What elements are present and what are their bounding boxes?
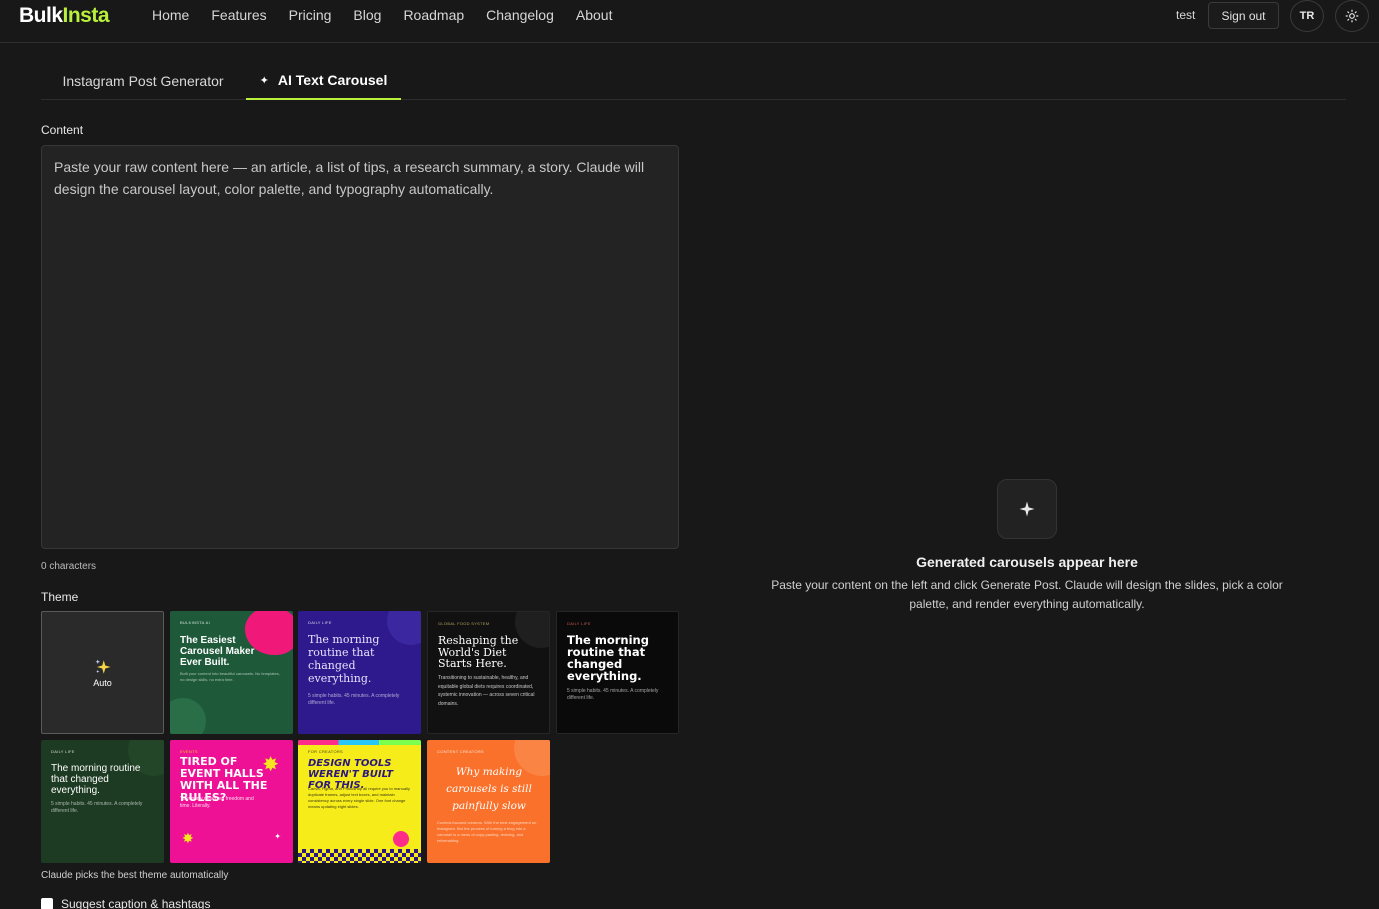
theme-card-green[interactable]: BULKINSTA AI The Easiest Carousel Maker …: [170, 611, 293, 734]
card-desc: Canva, Figma, and Photoshop all require …: [308, 786, 410, 809]
card-title: The morning routine that changed everyth…: [567, 633, 649, 683]
theme-card-yellow[interactable]: FOR CREATORS DESIGN TOOLS WEREN'T BUILT …: [298, 740, 421, 863]
theme-card-auto[interactable]: Auto: [41, 611, 164, 734]
card-desc: Built your content into beautiful carous…: [180, 671, 280, 682]
sparkle-icon: ✦: [274, 832, 281, 841]
card-desc: 5 simple habits. 45 minutes. A completel…: [51, 801, 143, 814]
sparkle-icon: ✦: [259, 74, 269, 87]
main-nav: Home Features Pricing Blog Roadmap Chang…: [152, 7, 634, 23]
suggest-caption-option[interactable]: Suggest caption & hashtags: [41, 897, 210, 909]
theme-label: Theme: [41, 590, 79, 604]
nav-roadmap[interactable]: Roadmap: [403, 7, 464, 23]
tab-ai-text-carousel[interactable]: ✦ AI Text Carousel: [246, 62, 401, 100]
theme-card-pink[interactable]: ✸ ✸ ✦ EVENTS TIRED OF EVENT HALLS WITH A…: [170, 740, 293, 863]
language-avatar-button[interactable]: TR: [1290, 0, 1324, 32]
generator-tabs: Instagram Post Generator ✦ AI Text Carou…: [41, 62, 1346, 100]
sparkles-icon: [95, 659, 110, 674]
theme-helper-text: Claude picks the best theme automaticall…: [41, 870, 229, 881]
theme-card-dark-green[interactable]: DAILY LIFE The morning routine that chan…: [41, 740, 164, 863]
card-desc: Content-focused creators. With the best …: [437, 820, 537, 843]
card-kicker: DAILY LIFE: [308, 620, 332, 625]
top-header: BulkInsta Home Features Pricing Blog Roa…: [0, 0, 1379, 43]
nav-blog[interactable]: Blog: [353, 7, 381, 23]
tab-instagram-post-generator[interactable]: Instagram Post Generator: [41, 62, 245, 100]
theme-auto-label: Auto: [93, 677, 112, 688]
card-desc: 5 simple habits. 45 minutes. A completel…: [308, 693, 400, 706]
card-title: The morning routine that changed everyth…: [51, 763, 141, 796]
checker-pattern: [298, 849, 421, 863]
theme-toggle-button[interactable]: [1335, 0, 1369, 32]
logo[interactable]: BulkInsta: [19, 4, 110, 28]
sparkle-icon: [1019, 501, 1035, 517]
empty-state-desc: Paste your content on the left and click…: [771, 578, 1283, 611]
theme-card-orange[interactable]: CONTENT CREATORS Why making carousels is…: [427, 740, 550, 863]
card-kicker: FOR CREATORS: [308, 749, 344, 754]
card-kicker: EVENTS: [180, 749, 198, 754]
sign-out-button[interactable]: Sign out: [1208, 2, 1279, 29]
theme-card-black-bold[interactable]: DAILY LIFE The morning routine that chan…: [556, 611, 679, 734]
content-textarea[interactable]: [41, 145, 679, 549]
card-kicker: CONTENT CREATORS: [437, 749, 485, 754]
card-kicker: DAILY LIFE: [567, 621, 591, 626]
smiley-icon: [393, 831, 409, 847]
content-label: Content: [41, 123, 84, 137]
card-title: Reshaping the World's Diet Starts Here.: [438, 634, 519, 670]
card-desc: Transitioning to sustainable, healthy, a…: [438, 675, 535, 707]
card-desc: Your party deserves freedom and time. Li…: [180, 796, 254, 809]
user-name: test: [1176, 8, 1196, 22]
empty-state-icon-box: [997, 479, 1057, 539]
nav-features[interactable]: Features: [211, 7, 266, 23]
starburst-icon: ✸: [182, 830, 194, 846]
card-kicker: GLOBAL FOOD SYSTEM: [438, 621, 490, 626]
suggest-caption-checkbox[interactable]: [41, 898, 53, 909]
green-circle-shape: [170, 698, 206, 734]
card-kicker: DAILY LIFE: [51, 749, 75, 754]
card-title: The morning routine that changed everyth…: [308, 633, 380, 685]
character-count: 0 characters: [41, 561, 97, 572]
nav-pricing[interactable]: Pricing: [289, 7, 332, 23]
card-desc: 5 simple habits. 45 minutes. A completel…: [567, 688, 659, 701]
nav-changelog[interactable]: Changelog: [486, 7, 554, 23]
theme-card-purple[interactable]: DAILY LIFE The morning routine that chan…: [298, 611, 421, 734]
card-title: The Easiest Carousel Maker Ever Built.: [180, 635, 255, 668]
sun-icon: [1345, 9, 1359, 23]
card-kicker: BULKINSTA AI: [180, 620, 210, 625]
nav-about[interactable]: About: [576, 7, 613, 23]
empty-state-title: Generated carousels appear here: [916, 554, 1138, 570]
card-title: Why making carousels is still painfully …: [446, 766, 532, 812]
nav-home[interactable]: Home: [152, 7, 189, 23]
theme-card-black-serif[interactable]: GLOBAL FOOD SYSTEM Reshaping the World's…: [427, 611, 550, 734]
color-strip-top: [298, 740, 421, 745]
